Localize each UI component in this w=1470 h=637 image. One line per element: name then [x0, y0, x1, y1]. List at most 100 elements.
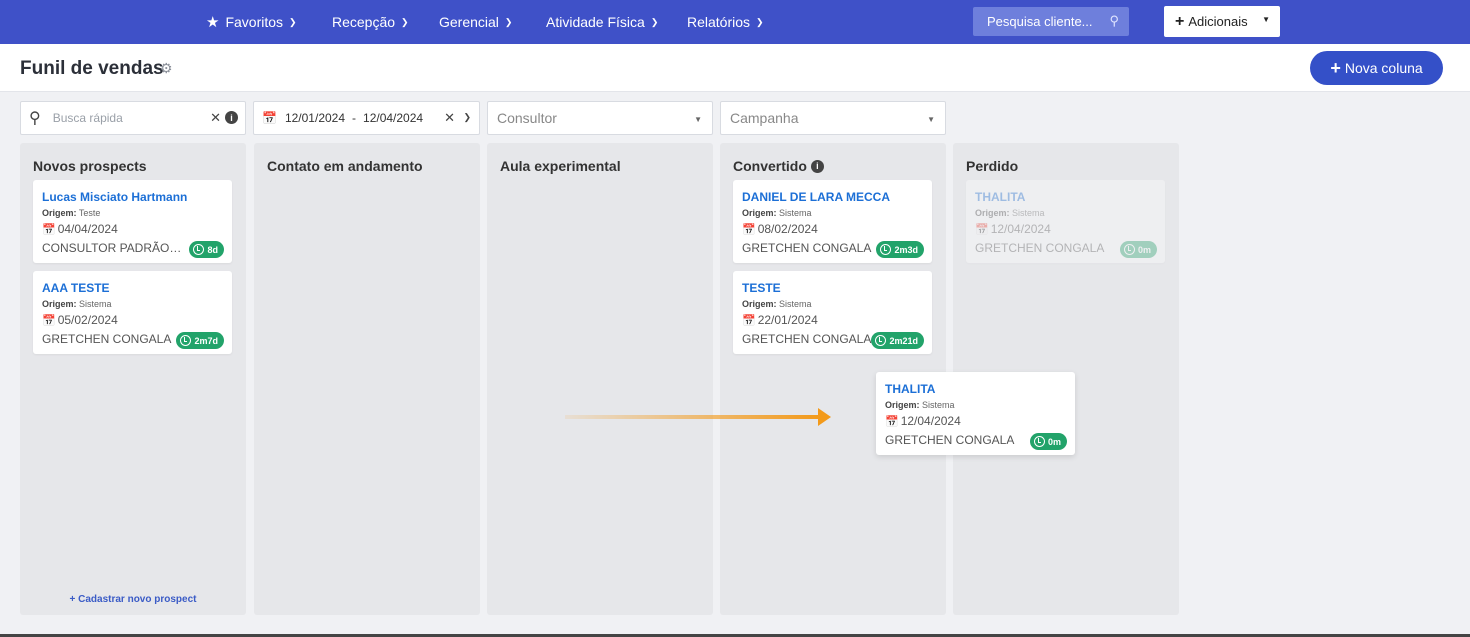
campanha-select[interactable]: Campanha ▼ — [720, 101, 946, 135]
prospect-name[interactable]: TESTE — [742, 281, 923, 296]
prospect-origin: Origem: Sistema — [885, 399, 1066, 411]
origin-label: Origem: — [742, 299, 777, 309]
prospect-name[interactable]: Lucas Misciato Hartmann — [42, 190, 223, 205]
column-title-text: Novos prospects — [33, 158, 147, 174]
prospect-consultor: GRETCHEN CONGALA — [742, 241, 872, 255]
nav-relatorios[interactable]: Relatórios ❯ — [687, 0, 764, 44]
search-icon: ⚲ — [29, 110, 41, 127]
chevron-down-icon: ❯ — [756, 16, 764, 27]
plus-icon: + — [1330, 57, 1341, 78]
elapsed-time-badge: 0m — [1119, 241, 1157, 258]
elapsed-time-badge: 2m21d — [871, 332, 924, 349]
elapsed-time: 0m — [1137, 244, 1151, 255]
prospect-card[interactable]: DANIEL DE LARA MECCA Origem: Sistema 📅 08… — [733, 180, 932, 263]
calendar-icon: 📅 — [742, 224, 756, 236]
prospect-consultor: GRETCHEN CONGALA — [42, 332, 172, 346]
chevron-down-icon[interactable]: ❯ — [463, 112, 471, 123]
column-contato-em-andamento: Contato em andamento — [254, 143, 480, 615]
prospect-name[interactable]: AAA TESTE — [42, 281, 223, 296]
campanha-placeholder: Campanha — [730, 110, 799, 126]
gear-icon[interactable]: ⚙ — [160, 60, 173, 77]
search-icon[interactable]: ⚲ — [1109, 13, 1119, 29]
date-start: 12/01/2024 — [284, 111, 346, 125]
clock-icon — [875, 335, 887, 346]
calendar-icon: 📅 — [885, 416, 899, 428]
origin-label: Origem: — [42, 208, 77, 218]
client-search: ⚲ — [973, 7, 1129, 36]
adicionais-button[interactable]: + Adicionais ▼ — [1164, 6, 1280, 37]
prospect-date: 📅 22/01/2024 — [742, 312, 923, 329]
column-title-text: Aula experimental — [500, 158, 621, 174]
calendar-icon: 📅 — [742, 315, 756, 327]
origin-label: Origem: — [975, 208, 1010, 218]
elapsed-time-badge: 0m — [1029, 433, 1067, 450]
info-icon[interactable]: i — [810, 159, 824, 173]
origin-value: Sistema — [1012, 208, 1045, 218]
nav-gerencial[interactable]: Gerencial ❯ — [439, 0, 512, 44]
clock-icon — [1033, 436, 1045, 447]
info-icon[interactable]: i — [225, 111, 238, 124]
date-separator: - — [352, 111, 357, 125]
clock-icon — [193, 244, 205, 255]
nav-favoritos[interactable]: ★ Favoritos ❯ — [206, 0, 297, 44]
clock-icon — [1123, 244, 1135, 255]
prospect-name: THALITA — [975, 190, 1026, 204]
prospect-card[interactable]: TESTE Origem: Sistema 📅 22/01/2024 GRETCH… — [733, 271, 932, 354]
clear-icon[interactable]: ✕ — [210, 110, 221, 126]
column-title: Novos prospects — [33, 158, 147, 174]
prospect-origin: Origem: Sistema — [975, 207, 1156, 219]
dragging-card[interactable]: THALITA Origem: Sistema 📅 12/04/2024 GRET… — [876, 372, 1075, 455]
elapsed-time: 8d — [207, 244, 218, 255]
column-title: Convertido i — [733, 158, 824, 174]
adicionais-label: Adicionais — [1188, 14, 1248, 29]
prospect-name[interactable]: DANIEL DE LARA MECCA — [742, 190, 923, 205]
consultor-select[interactable]: Consultor ▼ — [487, 101, 713, 135]
drop-placeholder-card: THALITA Origem: Sistema 📅 12/04/2024 GRET… — [966, 180, 1165, 263]
client-search-input[interactable] — [987, 14, 1097, 29]
quick-search: ⚲ ✕ i — [20, 101, 246, 135]
origin-value: Sistema — [922, 400, 955, 410]
prospect-name[interactable]: THALITA — [885, 382, 1066, 397]
date-value: 12/04/2024 — [990, 222, 1051, 236]
column-title-text: Contato em andamento — [267, 158, 423, 174]
origin-value: Sistema — [779, 208, 812, 218]
date-value: 04/04/2024 — [57, 222, 118, 236]
prospect-consultor: GRETCHEN CONGALA — [885, 433, 1015, 447]
date-value: 22/01/2024 — [757, 313, 818, 327]
calendar-icon: 📅 — [42, 224, 56, 236]
nav-recepcao[interactable]: Recepção ❯ — [332, 0, 409, 44]
elapsed-time: 0m — [1047, 436, 1061, 447]
page-header: Funil de vendas ⚙ + Nova coluna — [0, 44, 1470, 92]
caret-down-icon: ▼ — [927, 115, 935, 124]
clear-icon[interactable]: ✕ — [444, 110, 455, 126]
nav-atividade-fisica[interactable]: Atividade Física ❯ — [546, 0, 658, 44]
nav-label: Gerencial — [439, 14, 499, 30]
prospect-card[interactable]: AAA TESTE Origem: Sistema 📅 05/02/2024 GR… — [33, 271, 232, 354]
consultor-placeholder: Consultor — [497, 110, 557, 126]
prospect-date: 📅 05/02/2024 — [42, 312, 223, 329]
elapsed-time: 2m7d — [194, 335, 218, 346]
nav-label: Favoritos — [225, 14, 284, 30]
plus-icon: + — [1175, 12, 1185, 30]
prospect-card[interactable]: Lucas Misciato Hartmann Origem: Teste 📅 0… — [33, 180, 232, 263]
add-prospect-label: Cadastrar novo prospect — [78, 594, 197, 605]
elapsed-time-badge: 2m7d — [176, 332, 224, 349]
date-end: 12/04/2024 — [363, 111, 424, 125]
new-column-button[interactable]: + Nova coluna — [1310, 51, 1443, 85]
add-prospect-link[interactable]: + Cadastrar novo prospect — [20, 594, 246, 605]
column-novos-prospects: Novos prospects Lucas Misciato Hartmann … — [20, 143, 246, 615]
quick-search-input[interactable] — [52, 111, 193, 125]
nav-label: Relatórios — [687, 14, 751, 30]
caret-down-icon: ▼ — [1262, 15, 1270, 24]
prospect-date: 📅 04/04/2024 — [42, 221, 223, 238]
clock-icon — [880, 244, 892, 255]
elapsed-time-badge: 8d — [189, 241, 224, 258]
prospect-origin: Origem: Sistema — [42, 298, 223, 310]
date-range-filter[interactable]: 📅 12/01/2024 - 12/04/2024 ✕ ❯ — [253, 101, 480, 135]
nav-label: Recepção — [332, 14, 396, 30]
chevron-down-icon: ❯ — [289, 16, 297, 27]
origin-value: Sistema — [79, 299, 112, 309]
prospect-origin: Origem: Teste — [42, 207, 223, 219]
page-title: Funil de vendas — [20, 58, 164, 79]
clock-icon — [180, 335, 192, 346]
